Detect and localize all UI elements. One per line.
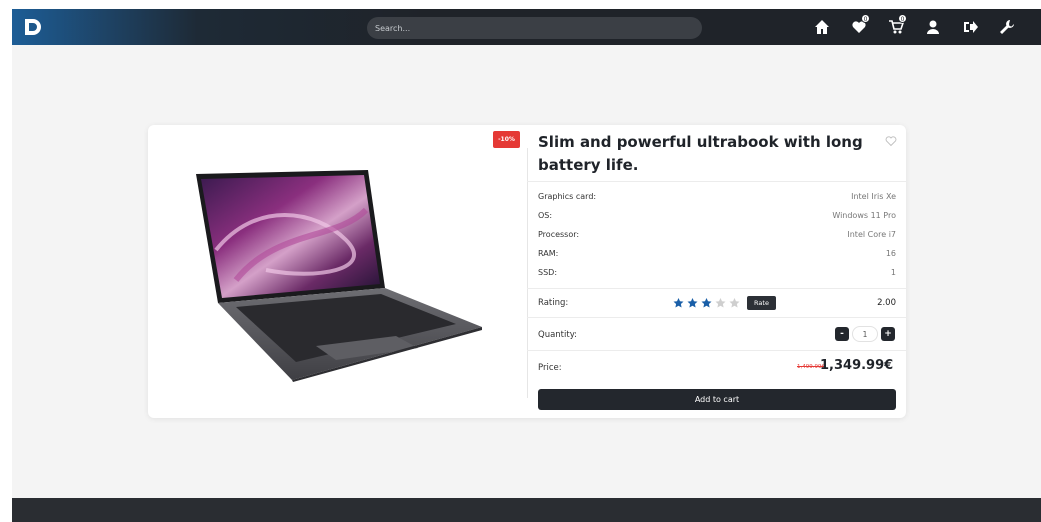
divider xyxy=(527,181,906,182)
price-label: Price: xyxy=(538,363,562,373)
spec-value: Intel Core i7 xyxy=(847,230,896,239)
home-icon[interactable] xyxy=(803,17,840,37)
rating-value: 2.00 xyxy=(877,298,896,308)
spec-row: SSD: 1 xyxy=(538,268,896,277)
search-input[interactable] xyxy=(367,17,702,39)
top-strip xyxy=(0,0,1041,9)
divider xyxy=(527,288,906,289)
cart-count-badge: 0 xyxy=(898,14,907,23)
star-icon[interactable] xyxy=(672,297,685,309)
current-price: 1,349.99€ xyxy=(820,358,894,373)
spec-label: RAM: xyxy=(538,249,559,258)
logo-icon[interactable] xyxy=(22,17,44,37)
product-title: Slim and powerful ultrabook with long ba… xyxy=(538,133,863,174)
spec-row: OS: Windows 11 Pro xyxy=(538,211,896,220)
quantity-decrease-button[interactable]: - xyxy=(835,327,849,341)
star-icon[interactable] xyxy=(700,297,713,309)
user-icon[interactable] xyxy=(914,17,951,37)
quantity-label: Quantity: xyxy=(538,330,577,340)
quantity-input[interactable]: 1 xyxy=(852,326,878,342)
divider xyxy=(527,317,906,318)
spec-value: Intel Iris Xe xyxy=(851,192,896,201)
quantity-increase-button[interactable]: + xyxy=(881,327,895,341)
spec-label: OS: xyxy=(538,211,553,220)
cart-icon[interactable]: 0 xyxy=(877,14,914,37)
wishlist-heart-outline-icon[interactable] xyxy=(885,135,897,147)
wishlist-heart-icon[interactable]: 0 xyxy=(840,14,877,37)
star-icon[interactable] xyxy=(714,297,727,309)
logout-icon[interactable] xyxy=(951,17,988,37)
vertical-divider xyxy=(527,148,528,398)
discount-badge: -10% xyxy=(493,131,520,148)
product-image xyxy=(196,170,482,382)
navbar: 0 0 xyxy=(12,9,1041,45)
spec-label: Processor: xyxy=(538,230,580,239)
spec-value: 1 xyxy=(890,268,896,277)
rating-label: Rating: xyxy=(538,298,569,308)
spec-row: Graphics card: Intel Iris Xe xyxy=(538,192,896,201)
add-to-cart-button[interactable]: Add to cart xyxy=(538,389,896,410)
wishlist-count-badge: 0 xyxy=(861,14,870,23)
rate-button[interactable]: Rate xyxy=(747,296,776,310)
star-icon[interactable] xyxy=(686,297,699,309)
rating-stars[interactable] xyxy=(672,297,741,309)
spec-label: Graphics card: xyxy=(538,192,597,201)
divider xyxy=(527,350,906,351)
spec-value: 16 xyxy=(885,249,896,258)
settings-wrench-icon[interactable] xyxy=(988,17,1025,37)
spec-value: Windows 11 Pro xyxy=(832,211,896,220)
star-icon[interactable] xyxy=(728,297,741,309)
footer xyxy=(12,498,1041,522)
spec-row: RAM: 16 xyxy=(538,249,896,258)
spec-label: SSD: xyxy=(538,268,558,277)
spec-row: Processor: Intel Core i7 xyxy=(538,230,896,239)
